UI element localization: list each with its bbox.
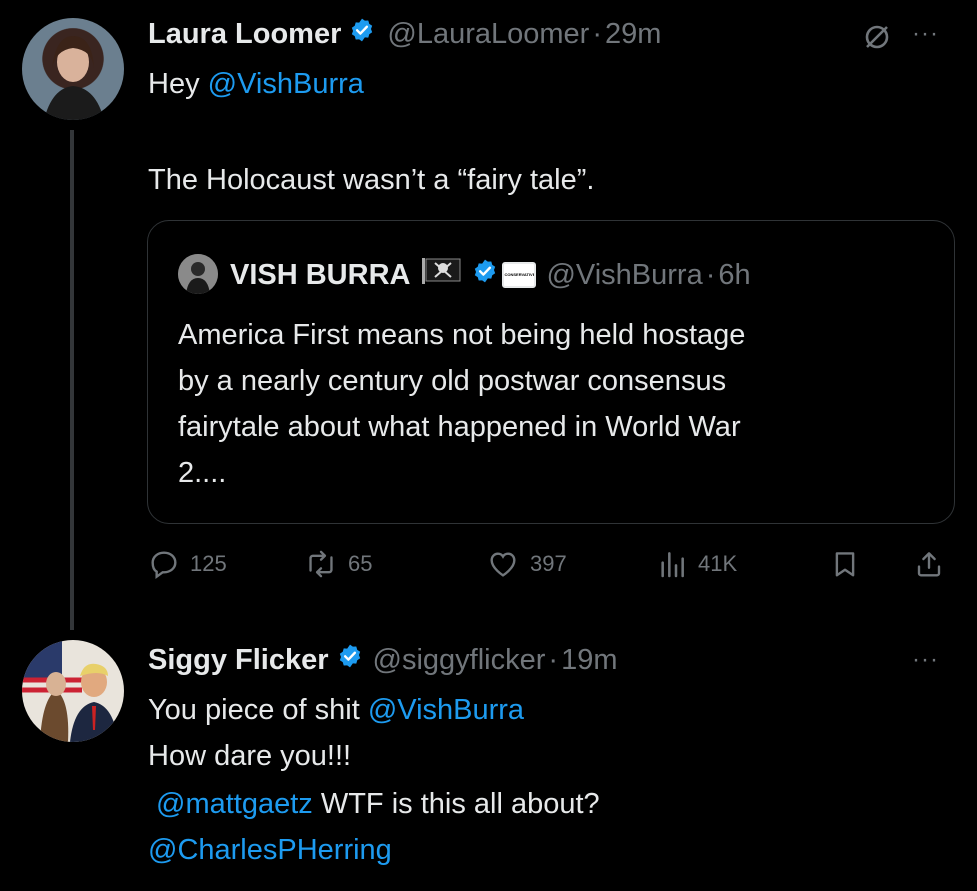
verified-badge-icon xyxy=(349,16,375,52)
more-options-icon[interactable]: ··· xyxy=(912,20,939,48)
author-handle[interactable]: @siggyflicker xyxy=(373,642,546,678)
quote-text-line: fairytale about what happened in World W… xyxy=(178,411,741,443)
like-count: 397 xyxy=(530,551,567,576)
tweet-text-line: @mattgaetz WTF is this all about? xyxy=(156,784,600,824)
author-name[interactable]: Laura Loomer xyxy=(148,16,341,52)
tweet-text-line: Hey @VishBurra xyxy=(148,64,364,104)
share-icon xyxy=(917,552,941,577)
verified-badge-icon xyxy=(337,642,363,678)
tweet-text: You piece of shit xyxy=(148,694,368,726)
quote-header: VISH BURRA CONSERVATIVE @VishBurra · 6h xyxy=(230,256,751,293)
views-button[interactable]: 41K xyxy=(656,548,737,580)
tweet-header: Siggy Flicker @siggyflicker · 19m xyxy=(148,642,617,678)
separator-dot: · xyxy=(548,644,559,676)
avatar-siggy-flicker[interactable] xyxy=(22,640,124,742)
affiliate-badge: CONSERVATIVE xyxy=(502,261,537,288)
more-options-icon[interactable]: ··· xyxy=(912,646,939,674)
views-icon xyxy=(661,552,684,578)
timestamp[interactable]: 29m xyxy=(605,16,661,52)
avatar-laura-loomer[interactable] xyxy=(22,18,124,120)
avatar-vish-burra[interactable] xyxy=(178,254,218,294)
quote-text: America First means not being held hosta… xyxy=(178,312,745,496)
bookmark-icon xyxy=(835,552,855,577)
affiliate-badge-text: CONSERVATIVE xyxy=(504,272,535,277)
author-name[interactable]: Siggy Flicker xyxy=(148,642,329,678)
separator-dot: · xyxy=(592,18,602,50)
repost-button[interactable]: 65 xyxy=(304,548,372,580)
mention-link[interactable]: @VishBurra xyxy=(368,694,524,726)
mention-link[interactable]: @mattgaetz xyxy=(156,788,313,820)
quote-author-name[interactable]: VISH BURRA xyxy=(230,257,410,293)
quote-timestamp[interactable]: 6h xyxy=(718,257,750,293)
heart-icon xyxy=(490,552,516,577)
bookmark-button[interactable] xyxy=(830,548,860,580)
timestamp[interactable]: 19m xyxy=(561,642,617,678)
mention-link[interactable]: @VishBurra xyxy=(208,68,364,100)
share-button[interactable] xyxy=(914,548,944,580)
verified-badge-icon xyxy=(472,257,498,293)
like-button[interactable]: 397 xyxy=(486,548,567,580)
pirate-flag-icon xyxy=(420,256,464,293)
reply-icon xyxy=(151,551,177,580)
tweet-header: Laura Loomer @LauraLoomer · 29m xyxy=(148,16,661,52)
quote-author-handle[interactable]: @VishBurra xyxy=(546,257,702,293)
no-symbol-icon[interactable] xyxy=(862,22,892,57)
author-handle[interactable]: @LauraLoomer xyxy=(387,16,589,52)
reply-count: 125 xyxy=(190,551,227,576)
quote-text-line: 2.... xyxy=(178,457,227,489)
repost-icon xyxy=(309,550,333,578)
tweet-text: WTF is this all about? xyxy=(312,788,600,820)
tweet-text: How dare you!!! xyxy=(148,740,352,772)
views-count: 41K xyxy=(698,551,738,576)
tweet-text: The Holocaust wasn’t a “fairy tale”. xyxy=(148,164,595,196)
quote-text-line: America First means not being held hosta… xyxy=(178,319,746,351)
tweet-text-line: @CharlesPHerring xyxy=(148,830,392,870)
tweet-text: Hey xyxy=(148,68,208,100)
mention-link[interactable]: @CharlesPHerring xyxy=(148,834,392,866)
quote-text-line: by a nearly century old postwar consensu… xyxy=(178,365,727,397)
tweet-text-line: You piece of shit @VishBurra xyxy=(148,690,524,730)
reply-button[interactable]: 125 xyxy=(148,548,227,580)
separator-dot: · xyxy=(705,258,716,291)
thread-connector-line xyxy=(70,130,74,630)
repost-count: 65 xyxy=(348,551,373,576)
